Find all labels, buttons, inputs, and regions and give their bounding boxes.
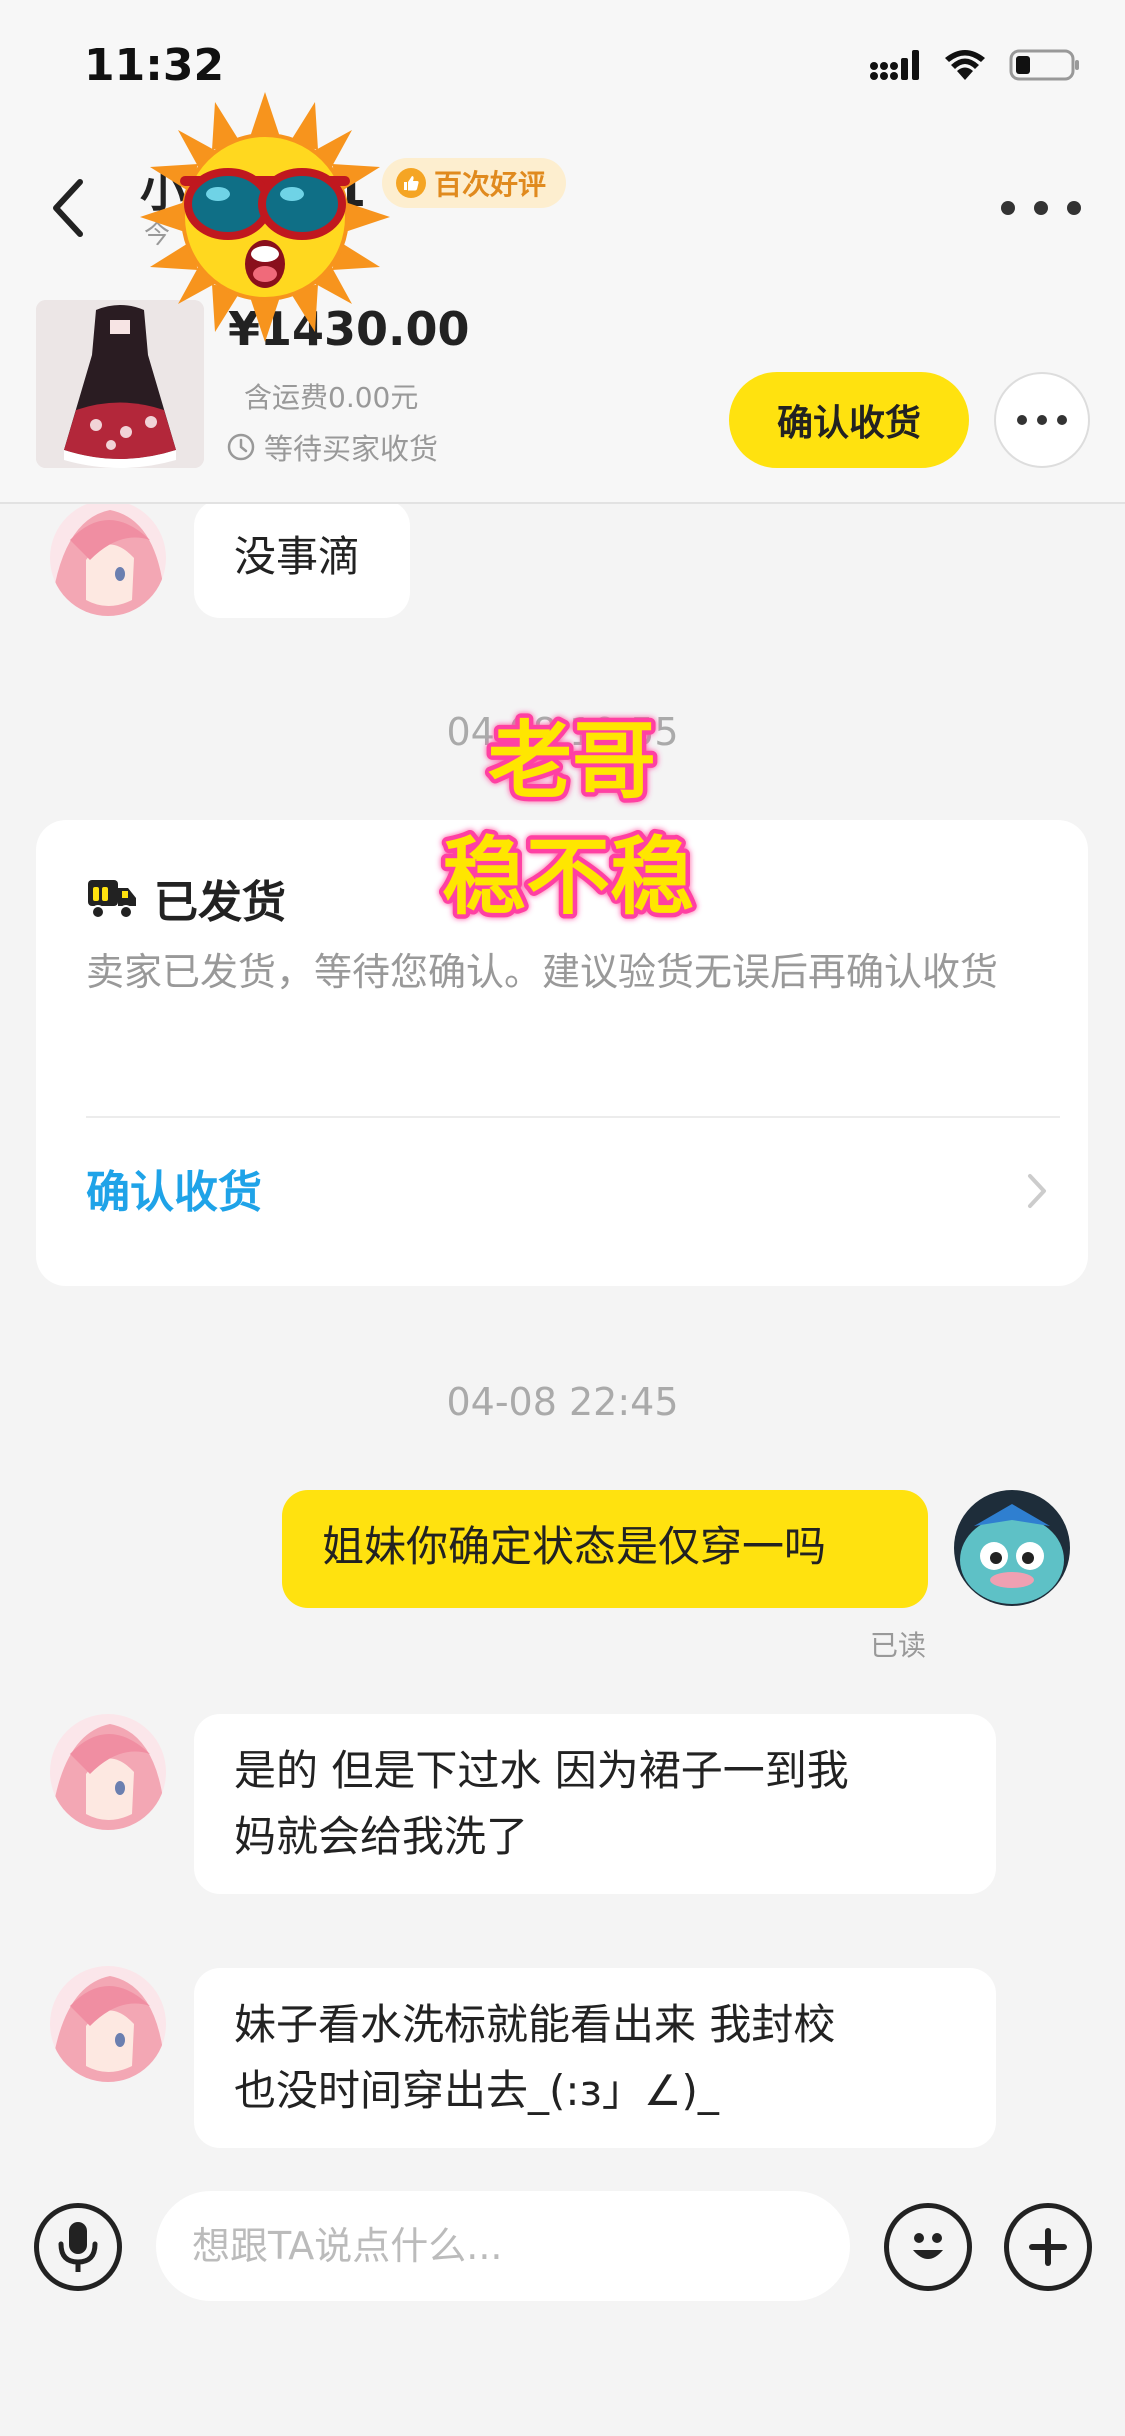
chat-area[interactable]: 没事滴 04-08 19:55 已发货 卖家已发货，等待您确认。建议验货无误后再…: [0, 504, 1125, 2179]
shipping-card-title: 已发货: [86, 866, 286, 930]
more-dot: [1001, 201, 1015, 215]
message-text-line: 妹子看水洗标就能看出来 我封校: [234, 2000, 836, 2049]
battery-icon: [1009, 49, 1079, 81]
more-dot: [1034, 201, 1048, 215]
read-status: 已读: [870, 1629, 927, 1662]
my-avatar[interactable]: [954, 1490, 1070, 1606]
smiley-icon: [913, 2233, 943, 2259]
order-status: 等待买家收货: [226, 426, 438, 468]
emoji-button[interactable]: [884, 2203, 972, 2291]
meme-line-1: 老哥: [488, 712, 656, 810]
order-more-button[interactable]: [994, 372, 1090, 468]
microphone-icon: [58, 2222, 98, 2272]
order-status-label: 等待买家收货: [264, 432, 439, 466]
signal-icon: [870, 50, 919, 80]
rating-badge: 百次好评: [382, 158, 567, 208]
seller-avatar[interactable]: [50, 1966, 166, 2082]
badge-label: 百次好评: [434, 168, 547, 201]
message-text: 姐妹你确定状态是仅穿一吗: [322, 1522, 827, 1571]
confirm-receipt-link[interactable]: 确认收货: [86, 1156, 262, 1220]
truck-icon: [88, 880, 136, 919]
add-button[interactable]: [1004, 2203, 1092, 2291]
seller-avatar[interactable]: [50, 1714, 166, 1830]
message-timestamp: 04-08 22:45: [446, 1380, 679, 1424]
shipping-fee: 含运费0.00元: [244, 381, 419, 414]
meme-text-sticker: 老哥 稳不稳: [437, 708, 698, 931]
message-bubble[interactable]: 没事滴: [194, 504, 410, 618]
status-icons: [869, 48, 1081, 82]
more-dot: [1037, 415, 1047, 425]
plus-icon: [1029, 2228, 1067, 2266]
sun-sunglasses-sticker: [140, 92, 390, 342]
more-button[interactable]: [1001, 180, 1081, 236]
meme-line-2: 稳不稳: [442, 828, 694, 926]
status-time: 11:32: [84, 40, 225, 91]
message-bubble[interactable]: 是的 但是下过水 因为裙子一到我 妈就会给我洗了: [194, 1714, 996, 1894]
more-dot: [1067, 201, 1081, 215]
message-text-line: 是的 但是下过水 因为裙子一到我: [234, 1746, 849, 1795]
shipping-card-description: 卖家已发货，等待您确认。建议验货无误后再确认收货: [86, 950, 999, 994]
thumbs-up-icon: [396, 168, 426, 198]
clock-icon: [227, 433, 255, 461]
message-text: 没事滴: [234, 532, 361, 581]
divider: [86, 1116, 1060, 1118]
wifi-icon: [945, 50, 985, 80]
seller-avatar[interactable]: [50, 504, 166, 616]
message-text-line: 也没时间穿出去_(:з」∠)_: [234, 2066, 719, 2115]
more-dot: [1057, 415, 1067, 425]
more-dot: [1017, 415, 1027, 425]
back-button[interactable]: [40, 168, 96, 248]
message-input[interactable]: [156, 2191, 850, 2301]
top-area: 11:32 小 1 今 百次好评 ¥1430.00 含运费0.00元 等待买家收…: [0, 0, 1125, 504]
message-text-line: 妈就会给我洗了: [234, 1812, 529, 1861]
my-message-bubble[interactable]: 姐妹你确定状态是仅穿一吗: [282, 1490, 928, 1608]
shipping-card-title-text: 已发货: [154, 877, 286, 928]
chevron-right-icon: [1028, 1174, 1046, 1208]
chevron-left-icon: [53, 179, 83, 237]
input-bar: [0, 2179, 1125, 2436]
confirm-receipt-button[interactable]: 确认收货: [729, 372, 969, 468]
message-bubble[interactable]: 妹子看水洗标就能看出来 我封校 也没时间穿出去_(:з」∠)_: [194, 1968, 996, 2148]
voice-button[interactable]: [34, 2203, 122, 2291]
